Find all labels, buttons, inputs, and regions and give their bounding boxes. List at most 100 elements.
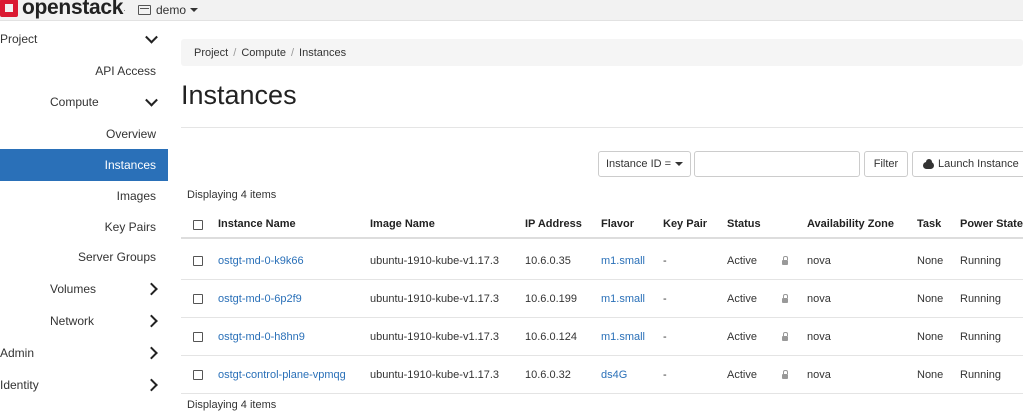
availability-zone: nova: [807, 292, 831, 305]
row-checkbox[interactable]: [193, 369, 203, 380]
column-header[interactable]: IP Address: [525, 218, 582, 230]
sidebar-item-label: API Access: [95, 64, 156, 78]
flavor-link[interactable]: ds4G: [601, 369, 627, 381]
image-name: ubuntu-1910-kube-v1.17.3: [370, 368, 500, 381]
column-header[interactable]: Image Name: [370, 218, 435, 230]
brand-name: openstack: [22, 0, 124, 19]
column-header[interactable]: Key Pair: [663, 218, 707, 230]
table-row: ostgt-md-0-h8hn9 ubuntu-1910-kube-v1.17.…: [181, 318, 1023, 356]
filter-field-label: Instance ID =: [605, 158, 672, 170]
chevron-right-icon: [145, 346, 158, 360]
availability-zone: nova: [807, 254, 831, 267]
key-pair: -: [663, 330, 667, 343]
breadcrumb-item[interactable]: Project: [194, 47, 228, 59]
flavor-link[interactable]: m1.small: [601, 293, 645, 305]
sidebar-item-label: Server Groups: [77, 250, 156, 264]
table-row: ostgt-control-plane-vpmqg ubuntu-1910-ku…: [181, 356, 1023, 394]
table-header: Instance Name Image Name IP Address Flav…: [181, 210, 1023, 239]
unlock-icon: [782, 331, 788, 341]
availability-zone: nova: [807, 368, 831, 381]
sidebar-item-label: Key Pairs: [104, 220, 156, 234]
sidebar-item-api-access[interactable]: API Access: [0, 55, 168, 87]
sidebar-item-label: Network: [50, 314, 95, 328]
column-header[interactable]: Status: [727, 218, 761, 230]
instance-name-link[interactable]: ostgt-md-0-k9k66: [218, 255, 304, 267]
sidebar-item-label: Volumes: [50, 282, 97, 296]
cloud-upload-icon: [923, 158, 934, 169]
project-name: demo: [156, 3, 187, 17]
column-header[interactable]: Availability Zone: [807, 218, 894, 230]
sidebar-item-instances[interactable]: Instances: [0, 149, 168, 181]
status: Active: [727, 368, 757, 381]
unlock-icon: [782, 255, 788, 265]
items-count-bottom: Displaying 4 items: [187, 399, 277, 411]
openstack-logo[interactable]: openstack.: [0, 0, 125, 20]
image-name: ubuntu-1910-kube-v1.17.3: [370, 292, 500, 305]
breadcrumb-item-current: Instances: [299, 46, 347, 59]
task: None: [917, 292, 944, 305]
power-state: Running: [960, 292, 1001, 305]
task: None: [917, 330, 944, 343]
items-count: Displaying 4 items: [187, 189, 277, 201]
sidebar-item-network[interactable]: Network: [0, 305, 168, 337]
breadcrumb-separator: /: [233, 46, 237, 59]
row-checkbox[interactable]: [193, 331, 203, 342]
filter-button[interactable]: Filter: [864, 151, 908, 177]
status: Active: [727, 330, 757, 343]
row-checkbox[interactable]: [193, 293, 203, 304]
row-checkbox[interactable]: [193, 255, 203, 266]
chevron-right-icon: [145, 314, 158, 328]
flavor-link[interactable]: m1.small: [601, 255, 645, 267]
status: Active: [727, 292, 757, 305]
sidebar-item-label: Instances: [104, 158, 156, 172]
launch-instance-label: Launch Instance: [938, 158, 1019, 170]
sidebar-item-label: Identity: [0, 378, 39, 392]
sidebar-item-server-groups[interactable]: Server Groups: [0, 241, 168, 273]
key-pair: -: [663, 254, 667, 267]
top-navbar: openstack. demo: [0, 0, 1023, 21]
select-all-checkbox[interactable]: [193, 220, 203, 230]
breadcrumb-item[interactable]: Compute: [241, 47, 286, 59]
status: Active: [727, 254, 757, 267]
flavor-link[interactable]: m1.small: [601, 331, 645, 343]
instance-name-link[interactable]: ostgt-md-0-h8hn9: [218, 331, 305, 343]
sidebar-item-project[interactable]: Project: [0, 23, 168, 55]
unlock-icon: [782, 293, 788, 303]
launch-instance-button[interactable]: Launch Instance: [912, 151, 1023, 177]
sidebar-item-identity[interactable]: Identity: [0, 369, 168, 401]
project-icon: [138, 5, 151, 15]
page-title: Instances: [181, 80, 297, 110]
availability-zone: nova: [807, 330, 831, 343]
ip-address: 10.6.0.124: [525, 330, 577, 343]
column-header[interactable]: Instance Name: [218, 218, 296, 230]
sidebar-item-key-pairs[interactable]: Key Pairs: [0, 211, 168, 243]
chevron-down-icon: [145, 30, 158, 44]
sidebar-item-overview[interactable]: Overview: [0, 118, 168, 150]
table-row: ostgt-md-0-6p2f9 ubuntu-1910-kube-v1.17.…: [181, 280, 1023, 318]
task: None: [917, 368, 944, 381]
sidebar-item-compute[interactable]: Compute: [0, 86, 168, 118]
filter-input[interactable]: [694, 151, 860, 177]
ip-address: 10.6.0.35: [525, 254, 571, 267]
image-name: ubuntu-1910-kube-v1.17.3: [370, 330, 500, 343]
sidebar-item-images[interactable]: Images: [0, 180, 168, 212]
column-header[interactable]: Flavor: [601, 218, 634, 230]
project-dropdown[interactable]: demo: [138, 1, 199, 19]
sidebar-item-volumes[interactable]: Volumes: [0, 273, 168, 305]
title-divider: [181, 127, 1023, 128]
filter-field-select[interactable]: Instance ID =: [598, 151, 691, 177]
table-row: ostgt-md-0-k9k66 ubuntu-1910-kube-v1.17.…: [181, 242, 1023, 280]
instance-name-link[interactable]: ostgt-md-0-6p2f9: [218, 293, 302, 305]
column-header[interactable]: Task: [917, 218, 941, 230]
column-header[interactable]: Power State: [960, 218, 1023, 230]
sidebar-item-admin[interactable]: Admin: [0, 337, 168, 369]
caret-down-icon: [675, 162, 684, 166]
sidebar-item-label: Compute: [50, 95, 99, 109]
key-pair: -: [663, 292, 667, 305]
power-state: Running: [960, 330, 1001, 343]
chevron-down-icon: [145, 93, 158, 107]
instance-name-link[interactable]: ostgt-control-plane-vpmqg: [218, 369, 346, 381]
sidebar-item-label: Project: [0, 32, 38, 46]
chevron-right-icon: [145, 378, 158, 392]
breadcrumb-separator: /: [290, 46, 295, 59]
